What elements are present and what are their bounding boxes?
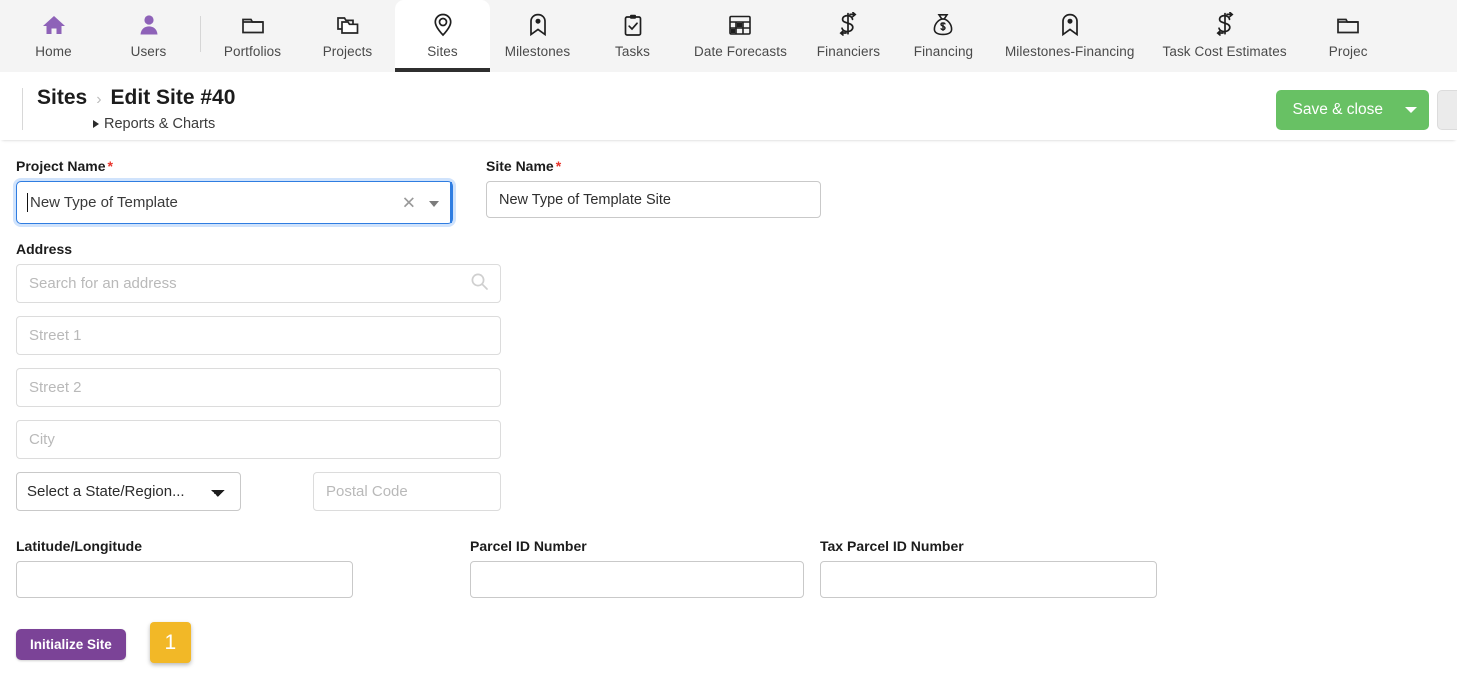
latlong-field-group: Latitude/Longitude [16, 538, 353, 598]
clipboard-check-icon [622, 11, 644, 39]
map-pin-icon [431, 11, 455, 39]
identifier-fields-row: Latitude/Longitude Parcel ID Number Tax … [0, 538, 1457, 598]
nav-label: Financiers [816, 44, 881, 59]
header-divider [22, 88, 23, 130]
nav-label: Users [130, 44, 167, 59]
chevron-down-icon[interactable] [1405, 107, 1417, 113]
nav-label: Portfolios [223, 44, 282, 59]
calendar-icon [727, 11, 753, 39]
header-overflow-button[interactable] [1437, 90, 1457, 130]
top-navigation-bar: Home Users Portfolios Projects Sites Mil… [0, 0, 1457, 72]
required-marker: * [107, 158, 113, 174]
nav-label: Date Forecasts [694, 44, 787, 59]
required-marker: * [555, 158, 562, 174]
tax-parcel-id-field-group: Tax Parcel ID Number [820, 538, 1157, 598]
name-fields-row: Project Name * New Type of Template ✕ Sit… [0, 158, 1457, 224]
street2-input[interactable] [16, 368, 501, 407]
project-name-field-group: Project Name * New Type of Template ✕ [16, 158, 453, 224]
reports-and-charts-toggle[interactable]: Reports & Charts [37, 116, 215, 132]
reports-and-charts-label: Reports & Charts [104, 116, 216, 132]
nav-label: Milestones-Financing [1004, 44, 1135, 59]
address-search-wrap [16, 264, 501, 303]
project-name-value: New Type of Template [30, 193, 178, 211]
clear-icon[interactable]: ✕ [402, 194, 416, 211]
project-name-label: Project Name * [16, 158, 113, 174]
folder-icon [240, 11, 266, 39]
site-edit-form: Project Name * New Type of Template ✕ Sit… [0, 140, 1457, 690]
header-actions: Save & close [1275, 84, 1457, 130]
money-bag-icon [931, 11, 955, 39]
page-header: Sites › Edit Site #40 Reports & Charts S… [0, 72, 1457, 140]
nav-label: Home [35, 44, 72, 59]
form-footer: Initialize Site 1 [0, 622, 1457, 663]
nav-item-task-cost-estimates[interactable]: Task Cost Estimates [1149, 0, 1301, 72]
home-icon [41, 11, 67, 39]
project-name-select[interactable]: New Type of Template ✕ [16, 181, 453, 224]
dollar-exchange-icon [1213, 11, 1237, 39]
breadcrumb: Sites › Edit Site #40 Reports & Charts [37, 84, 1276, 132]
nav-item-portfolios[interactable]: Portfolios [205, 0, 300, 72]
nav-item-financing[interactable]: Financing [896, 0, 991, 72]
nav-label: Projec [1328, 44, 1368, 59]
address-search-input[interactable] [16, 264, 501, 303]
folders-icon [335, 11, 361, 39]
save-and-close-button[interactable]: Save & close [1275, 90, 1429, 130]
parcel-id-input[interactable] [470, 561, 804, 598]
parcel-id-label: Parcel ID Number [470, 538, 587, 554]
milestone-pin-icon [527, 11, 549, 39]
user-icon [137, 11, 161, 39]
nav-item-tasks[interactable]: Tasks [585, 0, 680, 72]
site-name-label: Site Name * [486, 158, 562, 174]
nav-item-milestones-financing[interactable]: Milestones-Financing [991, 0, 1149, 72]
nav-label: Milestones [504, 44, 571, 59]
breadcrumb-root-link[interactable]: Sites [37, 85, 87, 111]
address-label: Address [16, 241, 73, 257]
focus-edge [450, 182, 452, 223]
nav-item-date-forecasts[interactable]: Date Forecasts [680, 0, 801, 72]
nav-item-sites[interactable]: Sites [395, 0, 490, 72]
milestone-pin-icon [1059, 11, 1081, 39]
nav-item-home[interactable]: Home [6, 0, 101, 72]
page-title: Edit Site #40 [110, 86, 236, 109]
initialize-site-button[interactable]: Initialize Site [16, 628, 126, 660]
nav-item-milestones[interactable]: Milestones [490, 0, 585, 72]
nav-item-projects[interactable]: Projects [300, 0, 395, 72]
tax-parcel-id-input[interactable] [820, 561, 1157, 598]
nav-label: Projects [322, 44, 373, 59]
nav-item-projects-overflow[interactable]: Projec [1301, 0, 1396, 72]
state-postal-row: Select a State/Region... [16, 472, 502, 511]
nav-label: Tasks [614, 44, 650, 59]
chevron-right-icon [93, 120, 99, 128]
nav-label: Financing [913, 44, 974, 59]
nav-item-users[interactable]: Users [101, 0, 196, 72]
city-input[interactable] [16, 420, 501, 459]
save-and-close-label: Save & close [1292, 101, 1383, 118]
state-region-select[interactable]: Select a State/Region... [16, 472, 241, 511]
text-cursor [27, 192, 28, 212]
street1-input[interactable] [16, 316, 501, 355]
site-name-field-group: Site Name * [486, 158, 821, 224]
latlong-input[interactable] [16, 561, 353, 598]
latlong-label: Latitude/Longitude [16, 538, 142, 554]
site-name-input[interactable] [486, 181, 821, 218]
nav-label: Sites [427, 44, 458, 59]
breadcrumb-separator-icon: › [96, 91, 102, 108]
nav-item-financiers[interactable]: Financiers [801, 0, 896, 72]
folder-icon [1335, 11, 1361, 39]
tax-parcel-id-label: Tax Parcel ID Number [820, 538, 964, 554]
parcel-id-field-group: Parcel ID Number [470, 538, 804, 598]
address-section: Address Select a State/Region... [0, 241, 518, 511]
step-badge: 1 [149, 622, 191, 663]
dollar-exchange-icon [836, 11, 860, 39]
nav-label: Task Cost Estimates [1162, 44, 1287, 59]
nav-divider [200, 16, 201, 52]
chevron-down-icon[interactable] [429, 200, 439, 207]
postal-code-input[interactable] [313, 472, 501, 511]
